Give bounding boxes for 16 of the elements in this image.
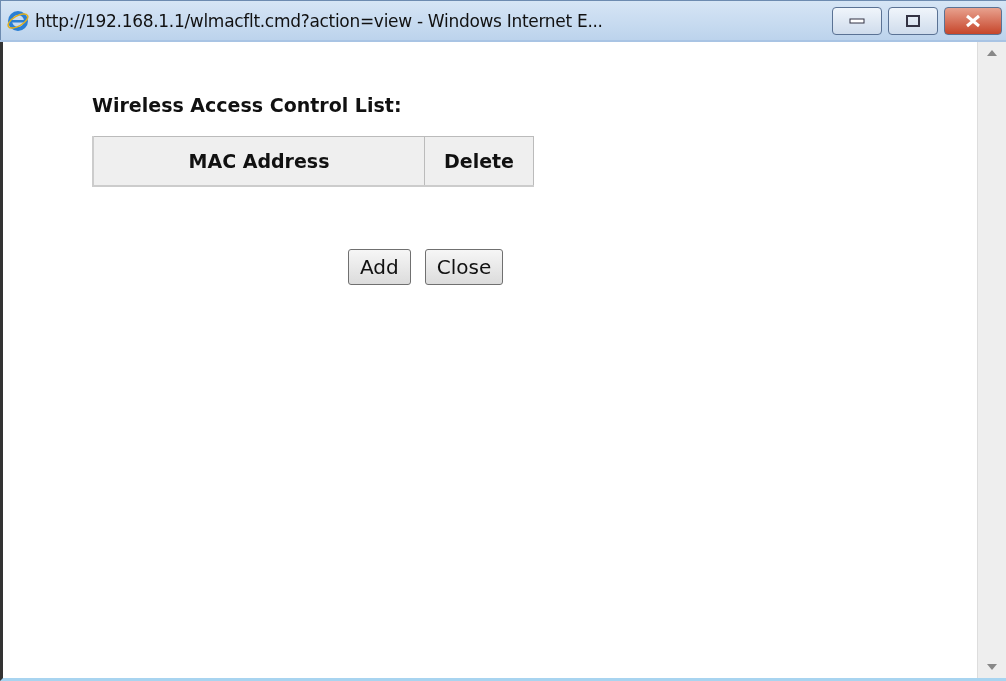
vertical-scrollbar[interactable] <box>977 42 1006 678</box>
close-icon <box>965 13 981 28</box>
minimize-button[interactable] <box>832 6 882 35</box>
scroll-down-icon[interactable] <box>987 664 997 670</box>
close-button[interactable] <box>944 6 1002 35</box>
browser-logo-icon <box>7 9 29 32</box>
maximize-button[interactable] <box>888 6 938 35</box>
page-heading: Wireless Access Control List: <box>92 94 403 118</box>
close-page-button[interactable]: Close <box>424 249 504 285</box>
column-header: MAC Address <box>93 136 425 186</box>
column-header: Delete <box>424 136 534 186</box>
restore-icon <box>906 14 920 27</box>
scroll-up-icon[interactable] <box>987 50 997 56</box>
add-button[interactable]: Add <box>348 249 411 285</box>
window-title: http://192.168.1.1/wlmacflt.cmd?action=view - Windows Internet E... <box>35 10 604 31</box>
minimize-icon <box>849 17 865 24</box>
